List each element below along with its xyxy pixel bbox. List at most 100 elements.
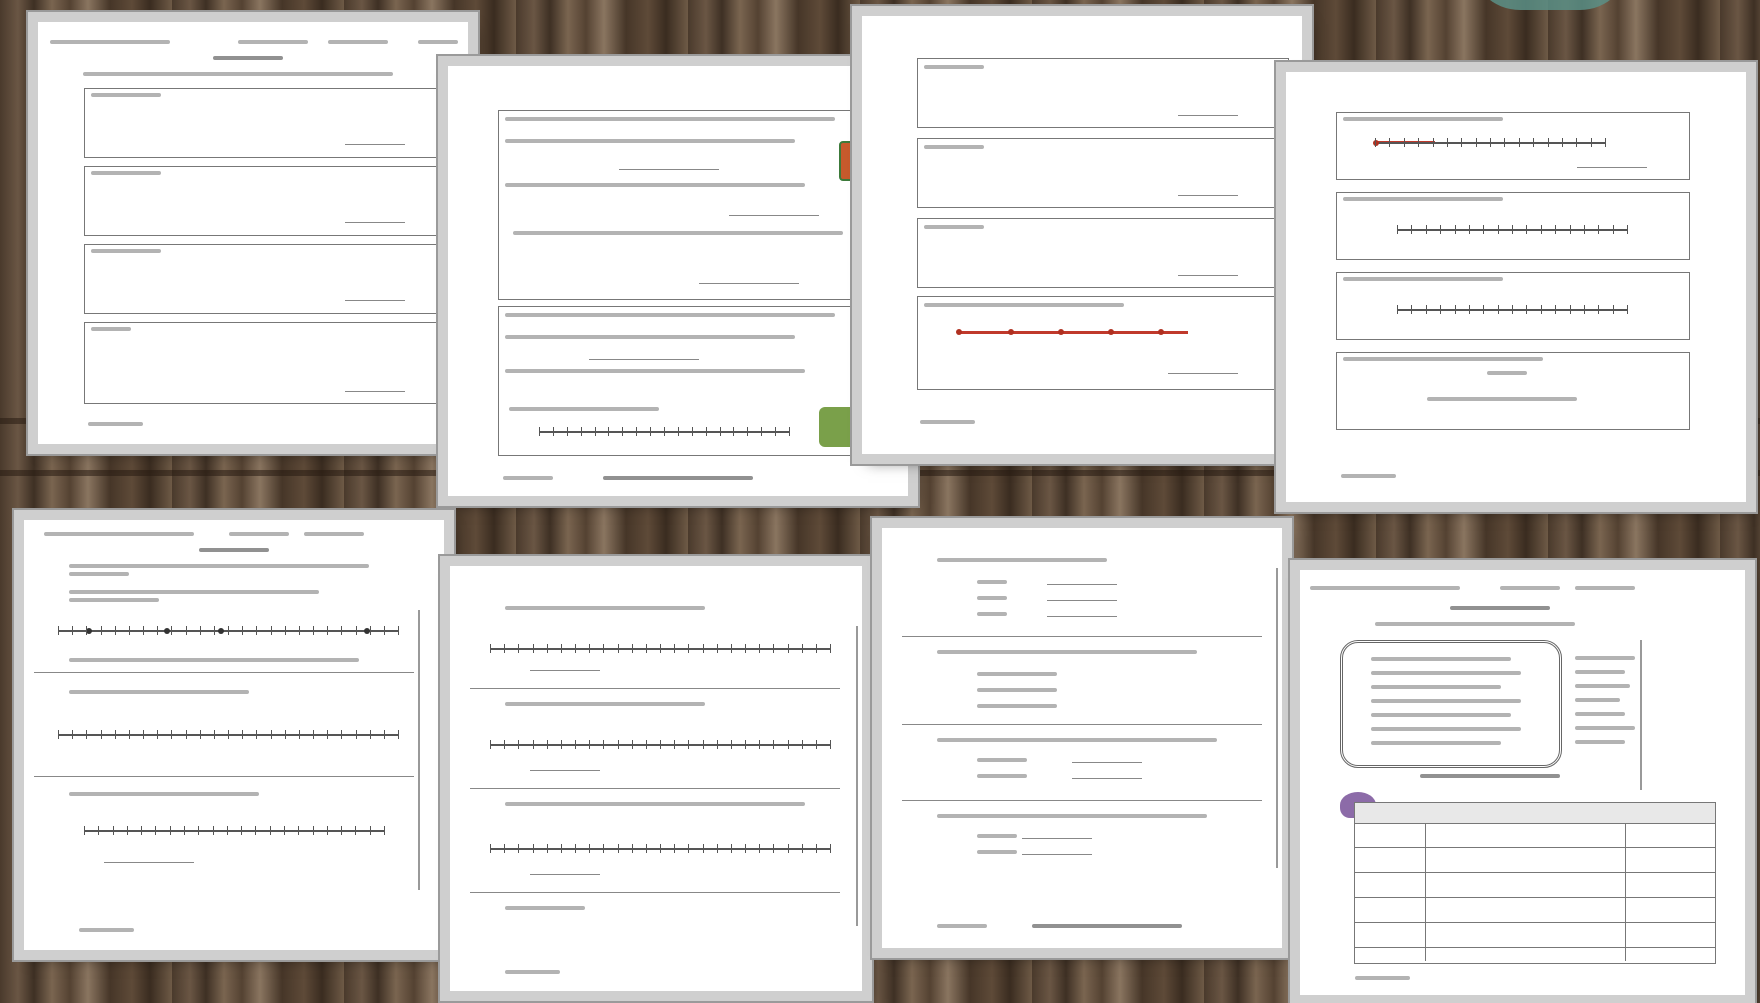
worksheet-word-problems (448, 66, 908, 496)
number-line-tick (1411, 225, 1413, 234)
number-line-tick (532, 740, 534, 749)
number-line-tick (1483, 225, 1485, 234)
scene-description: dark wood planks (0, 0, 1, 1)
number-line-tick (566, 427, 568, 436)
number-line-tick (114, 626, 116, 635)
number-line-tick (143, 626, 144, 635)
number-line-tick (185, 730, 187, 739)
number-line-tick (284, 730, 286, 739)
number-line-tick (688, 740, 690, 749)
number-line-tick (298, 826, 300, 835)
number-line-tick (815, 740, 817, 749)
number-line-tick (1540, 225, 1542, 234)
number-line-tick (660, 644, 661, 653)
number-line-tick (58, 626, 59, 635)
number-line-tick (631, 844, 633, 853)
number-line-tick (242, 730, 244, 739)
number-line-tick (114, 730, 116, 739)
number-line-tick (1475, 138, 1477, 147)
number-line-tick (72, 730, 74, 739)
number-line-tick (1569, 305, 1571, 314)
number-line-tick (674, 844, 676, 853)
answer-box[interactable] (84, 166, 456, 236)
number-line-tick (490, 644, 491, 653)
number-line-tick (86, 730, 88, 739)
number-line-tick (198, 826, 200, 835)
answer-box[interactable] (84, 244, 456, 314)
worksheet-vocabulary-quiz (1300, 570, 1745, 995)
number-line-tick (546, 844, 548, 853)
vocabulary-word-bank (1340, 640, 1562, 768)
number-line-tick (327, 626, 329, 635)
number-line-tick (705, 427, 707, 436)
worksheet-plot-points (24, 520, 444, 950)
number-line-tick (745, 740, 746, 749)
graph-box (1336, 112, 1690, 180)
number-line-tick (1446, 138, 1448, 147)
answer-box[interactable] (84, 88, 456, 158)
number-line-tick (383, 730, 385, 739)
number-line-tick (241, 826, 243, 835)
number-line-tick (1555, 305, 1557, 314)
number-line-tick (490, 740, 491, 749)
worksheet-unit-quiz (38, 22, 468, 444)
number-line-tick (560, 740, 562, 749)
number-line-tick (398, 626, 399, 635)
number-line-tick (830, 644, 831, 653)
number-line-tick (213, 730, 215, 739)
number-line-tick (341, 826, 343, 835)
worksheet-equations-numberline (862, 16, 1302, 454)
answer-box[interactable] (84, 322, 456, 404)
number-line-tick (369, 730, 371, 739)
number-line-tick (504, 844, 506, 853)
number-line-tick (1569, 225, 1571, 234)
number-line-tick (157, 626, 159, 635)
number-line-tick (622, 427, 624, 436)
number-line-tick (1561, 138, 1563, 147)
number-line-tick (560, 644, 562, 653)
number-line-tick (815, 644, 817, 653)
number-line-tick (801, 740, 803, 749)
number-line-tick (691, 427, 693, 436)
number-line-tick (383, 626, 385, 635)
number-line-tick (1411, 305, 1413, 314)
number-line-tick (660, 844, 661, 853)
number-line-tick (518, 740, 520, 749)
number-line-tick (213, 626, 215, 635)
number-line-tick (773, 644, 775, 653)
number-line-tick (688, 844, 690, 853)
problem-box (498, 110, 880, 300)
number-line-tick (1440, 225, 1442, 234)
cartoon-figure-icon (819, 407, 859, 447)
number-line-tick (719, 427, 721, 436)
number-line-tick (143, 730, 144, 739)
number-line-tick (1389, 138, 1391, 147)
answer-box[interactable] (917, 218, 1289, 288)
number-line-tick (1375, 138, 1376, 147)
numberline-box (917, 296, 1289, 390)
number-line-tick (677, 427, 679, 436)
number-line-tick (552, 427, 554, 436)
number-line-tick (603, 644, 605, 653)
worksheet-number-line-practice (450, 566, 862, 991)
answer-box[interactable] (917, 138, 1289, 208)
graph-box (1336, 192, 1690, 260)
number-line-tick (645, 844, 647, 853)
number-line-tick (580, 427, 582, 436)
number-line-tick (1504, 138, 1506, 147)
number-line-tick (1454, 305, 1456, 314)
number-line-tick (1583, 305, 1585, 314)
number-line-tick (575, 740, 576, 749)
number-line-tick (255, 826, 257, 835)
number-line-tick (1418, 138, 1420, 147)
number-line-tick (185, 626, 187, 635)
number-line-tick (1440, 305, 1442, 314)
number-line-tick (86, 626, 88, 635)
answer-box[interactable] (917, 58, 1289, 128)
number-line-tick (546, 740, 548, 749)
number-line-tick (369, 826, 371, 835)
number-line-tick (761, 427, 763, 436)
number-line-tick (1598, 305, 1600, 314)
number-line-tick (228, 730, 229, 739)
number-line-tick (490, 844, 491, 853)
